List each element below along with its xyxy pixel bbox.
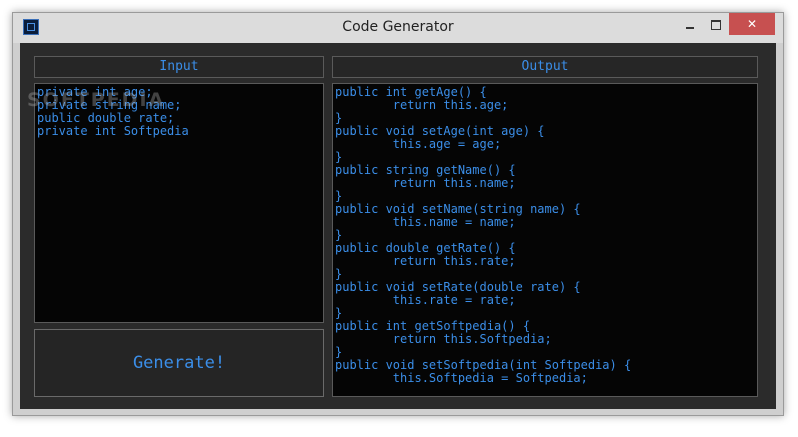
output-header: Output — [332, 56, 758, 78]
client-area: Input private int age; private string na… — [20, 43, 776, 409]
window-title: Code Generator — [342, 19, 454, 35]
generate-button[interactable]: Generate! — [34, 329, 324, 397]
output-textarea[interactable]: public int getAge() { return this.age; }… — [332, 83, 758, 397]
maximize-button[interactable] — [703, 13, 729, 35]
output-text: public int getAge() { return this.age; }… — [335, 85, 632, 385]
minimize-button[interactable] — [677, 13, 703, 35]
close-icon: ✕ — [746, 17, 758, 31]
input-header: Input — [34, 56, 324, 78]
minimize-icon — [686, 26, 694, 29]
input-textarea[interactable]: private int age; private string name; pu… — [34, 83, 324, 323]
title-bar[interactable]: Code Generator ✕ — [13, 13, 783, 43]
app-window: Code Generator ✕ Input private int age; … — [12, 12, 784, 416]
input-text: private int age; private string name; pu… — [37, 85, 189, 138]
close-button[interactable]: ✕ — [729, 13, 775, 35]
maximize-icon — [711, 19, 721, 30]
